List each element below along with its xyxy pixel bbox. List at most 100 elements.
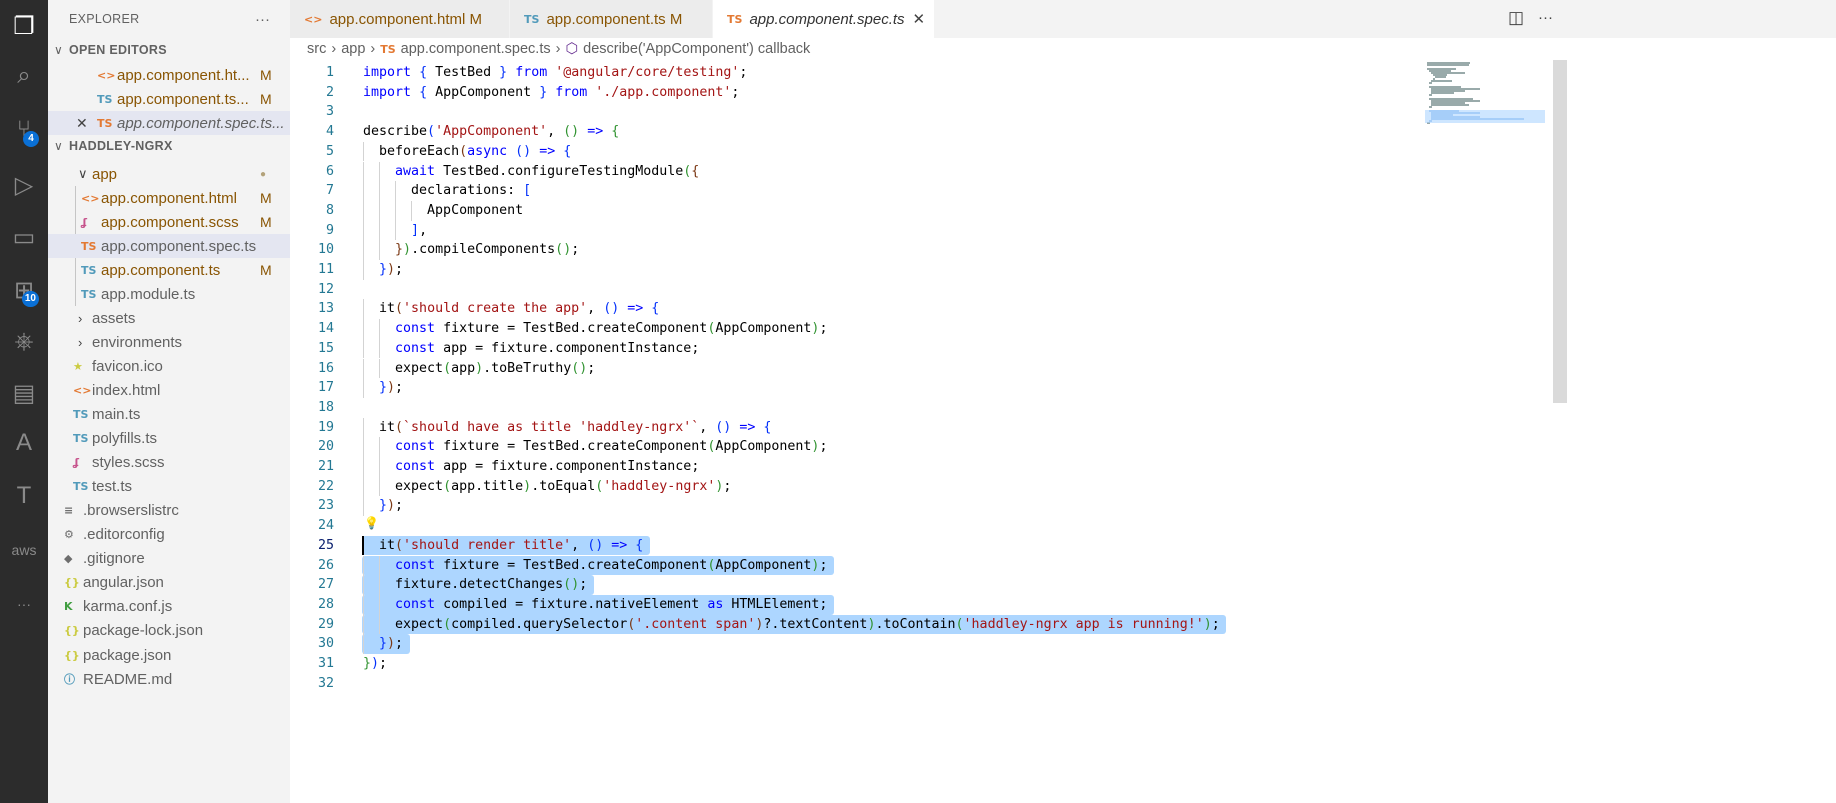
code-editor[interactable]: 1 import { TestBed } from '@angular/core/…: [290, 60, 1553, 803]
code-line[interactable]: const app = fixture.componentInstance;: [363, 457, 699, 477]
search-icon[interactable]: ⌕: [0, 54, 48, 98]
code-line[interactable]: expect(app.title).toEqual('haddley-ngrx'…: [363, 477, 731, 497]
file-item[interactable]: {} package-lock.json: [48, 619, 290, 643]
string-token: 'haddley-ngrx': [603, 478, 716, 494]
file-item[interactable]: ʆ styles.scss: [48, 451, 290, 475]
file-item[interactable]: TS main.ts: [48, 403, 290, 427]
close-icon[interactable]: ✕: [913, 10, 926, 28]
identifier-token: compileComponents: [419, 242, 556, 258]
azure-icon[interactable]: A: [0, 421, 48, 465]
docker-icon[interactable]: ▤: [0, 371, 48, 415]
file-item[interactable]: {} angular.json: [48, 571, 290, 595]
code-line[interactable]: }).compileComponents();: [363, 240, 579, 260]
breadcrumb-item[interactable]: app: [341, 41, 365, 57]
folder-item[interactable]: › assets: [48, 306, 290, 330]
breadcrumb-item[interactable]: app.component.spec.ts: [401, 41, 551, 57]
breadcrumb-item[interactable]: describe('AppComponent') callback: [583, 41, 810, 57]
file-item[interactable]: ʆ app.component.scss M: [48, 210, 290, 234]
chevron-right-icon: ›: [370, 41, 376, 57]
file-item[interactable]: <> app.component.html M: [48, 186, 290, 210]
breadcrumb-item[interactable]: src: [307, 41, 326, 57]
code-line[interactable]: fixture.detectChanges();: [363, 575, 587, 595]
file-item[interactable]: TS app.component.ts M: [48, 258, 290, 282]
code-line[interactable]: });: [363, 260, 403, 280]
file-item[interactable]: ≡ .browserslistrc: [48, 499, 290, 523]
code-line[interactable]: AppComponent: [363, 201, 523, 221]
identifier-token: TestBed: [523, 321, 580, 337]
text-token: =: [475, 459, 484, 474]
open-editor-item[interactable]: <> app.component.ht... M: [48, 63, 290, 87]
tab-app.component.ts[interactable]: TS app.component.ts M: [510, 0, 713, 38]
code-line[interactable]: const fixture = TestBed.createComponent(…: [363, 437, 827, 457]
remote-explorer-icon[interactable]: ▭: [0, 215, 48, 259]
line-number: 10: [317, 242, 334, 258]
source-control-icon[interactable]: ⑂ 4: [0, 108, 48, 152]
code-line[interactable]: declarations: [: [363, 181, 531, 201]
more-actions-icon[interactable]: ···: [255, 11, 270, 28]
code-line[interactable]: });: [363, 496, 403, 516]
arrow-token: =>: [627, 301, 644, 317]
folder-item[interactable]: › environments: [48, 330, 290, 354]
open-editor-item[interactable]: TS app.component.ts... M: [48, 87, 290, 111]
more-icon-glyph: ···: [17, 596, 31, 612]
modified-flag: M: [260, 262, 272, 279]
lightbulb-icon[interactable]: 💡: [364, 516, 379, 530]
code-line[interactable]: beforeEach(async () => {: [363, 142, 571, 162]
run-debug-icon[interactable]: ▷: [0, 163, 48, 207]
kubernetes-icon[interactable]: ⎈: [0, 320, 48, 364]
extensions-icon[interactable]: ⊞ 10: [0, 268, 48, 312]
code-line[interactable]: it('should render title', () => {: [363, 536, 643, 556]
open-editors-header[interactable]: ∨ OPEN EDITORS: [48, 38, 290, 62]
bracket-token: ): [571, 577, 580, 593]
minimap[interactable]: [1425, 60, 1545, 140]
file-item[interactable]: Kkarma.conf.js: [48, 595, 290, 619]
code-line[interactable]: import { TestBed } from '@angular/core/t…: [363, 63, 747, 83]
more-actions-icon[interactable]: ···: [1538, 9, 1553, 26]
tab-app.component.spec.ts[interactable]: TS app.component.spec.ts ✕: [713, 0, 935, 38]
folder-item[interactable]: ∨ app ●: [48, 162, 290, 186]
code-line[interactable]: it('should create the app', () => {: [363, 299, 659, 319]
code-line[interactable]: it(`should have as title 'haddley-ngrx'`…: [363, 418, 771, 438]
file-item[interactable]: TS app.module.ts: [48, 282, 290, 306]
modified-flag: M: [260, 91, 272, 107]
code-line[interactable]: });: [363, 634, 403, 654]
file-item[interactable]: TS app.component.spec.ts: [48, 234, 290, 259]
tab-app.component.html[interactable]: <> app.component.html M: [290, 0, 510, 38]
aws-icon[interactable]: aws: [0, 528, 48, 572]
file-item[interactable]: {} package.json: [48, 643, 290, 667]
code-line[interactable]: });: [363, 654, 387, 674]
code-line[interactable]: ],: [363, 221, 427, 241]
more-icon[interactable]: ···: [0, 582, 48, 626]
file-item[interactable]: <> index.html: [48, 378, 290, 402]
code-line[interactable]: await TestBed.configureTestingModule({: [363, 162, 699, 182]
code-line[interactable]: const fixture = TestBed.createComponent(…: [363, 319, 827, 339]
file-item[interactable]: ★ favicon.ico: [48, 354, 290, 378]
file-item[interactable]: ⚙ .editorconfig: [48, 523, 290, 547]
code-line[interactable]: expect(compiled.querySelector('.content …: [363, 615, 1220, 635]
code-line[interactable]: });: [363, 378, 403, 398]
project-header[interactable]: ∨ HADDLEY-NGRX: [48, 134, 290, 158]
code-line[interactable]: const fixture = TestBed.createComponent(…: [363, 556, 827, 576]
file-item[interactable]: TS polyfills.ts: [48, 427, 290, 451]
bracket-token: (: [395, 419, 404, 435]
file-item[interactable]: ⓘ README.md: [48, 667, 290, 691]
modified-flag: M: [260, 190, 272, 207]
teams-icon[interactable]: T: [0, 474, 48, 518]
file-item[interactable]: ◆ .gitignore: [48, 547, 290, 571]
vertical-scrollbar[interactable]: [1553, 60, 1567, 403]
explorer-icon[interactable]: ❐: [0, 4, 48, 48]
open-editor-item[interactable]: ✕ TS app.component.spec.ts...: [48, 111, 290, 135]
code-line[interactable]: const compiled = fixture.nativeElement a…: [363, 595, 827, 615]
code-line[interactable]: import { AppComponent } from './app.comp…: [363, 83, 739, 103]
code-line[interactable]: const app = fixture.componentInstance;: [363, 339, 699, 359]
split-editor-icon[interactable]: ◫: [1508, 8, 1524, 28]
code-line[interactable]: expect(app).toBeTruthy();: [363, 359, 595, 379]
file-item[interactable]: TS test.ts: [48, 475, 290, 499]
close-icon[interactable]: ✕: [76, 115, 88, 132]
code-line[interactable]: describe('AppComponent', () => {: [363, 122, 619, 142]
